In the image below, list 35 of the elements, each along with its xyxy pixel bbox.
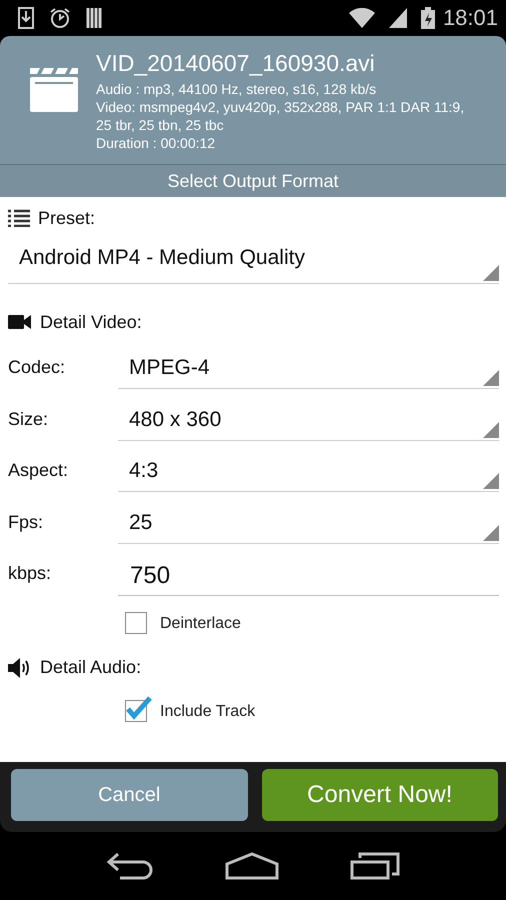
list-icon xyxy=(8,209,30,227)
include-track-label: Include Track xyxy=(160,702,256,720)
field-label: Codec: xyxy=(8,357,66,378)
checkbox[interactable] xyxy=(124,694,152,722)
recent-apps-icon[interactable] xyxy=(350,852,400,880)
signal-icon xyxy=(388,8,407,28)
audio-info: Audio : mp3, 44100 Hz, stereo, s16, 128 kb/s xyxy=(96,80,378,98)
video-info: Video: msmpeg4v2, yuv420p, 352x288, PAR 1:1 DAR 11:9, 25 tbr, 25 tbn, 25 tbc xyxy=(96,98,466,134)
dropdown[interactable]: 480 x 360 xyxy=(118,398,499,441)
speaker-icon xyxy=(8,656,32,678)
file-name: VID_20140607_160930.avi xyxy=(96,50,376,77)
video-camera-icon xyxy=(8,314,32,330)
dropdown[interactable]: 4:3 xyxy=(118,449,499,492)
preset-label: Preset: xyxy=(38,208,96,228)
clapperboard-icon xyxy=(28,66,80,114)
battery-icon xyxy=(420,7,435,29)
field-label: Fps: xyxy=(8,512,44,533)
deinterlace-label: Deinterlace xyxy=(160,614,241,632)
back-icon[interactable] xyxy=(106,852,154,880)
field-label: Size: xyxy=(8,408,50,430)
detail-audio-label: Detail Audio: xyxy=(40,657,142,678)
clock-time: 18:01 xyxy=(442,5,498,31)
duration-info: Duration : 00:00:12 xyxy=(96,134,216,152)
wifi-icon xyxy=(348,8,375,28)
alarm-icon xyxy=(48,6,72,30)
download-icon xyxy=(18,7,34,29)
home-icon[interactable] xyxy=(224,852,279,880)
preset-dropdown[interactable]: Android MP4 - Medium Quality xyxy=(8,239,499,284)
detail-video-label: Detail Video: xyxy=(40,312,142,332)
barcode-icon xyxy=(86,7,104,29)
field-label: kbps: xyxy=(8,563,52,584)
dropdown[interactable]: MPEG-4 xyxy=(118,346,499,390)
convert-now-button[interactable]: Convert Now! xyxy=(262,769,498,821)
section-title: Select Output Format xyxy=(0,164,506,197)
field-label: Aspect: xyxy=(8,460,70,482)
